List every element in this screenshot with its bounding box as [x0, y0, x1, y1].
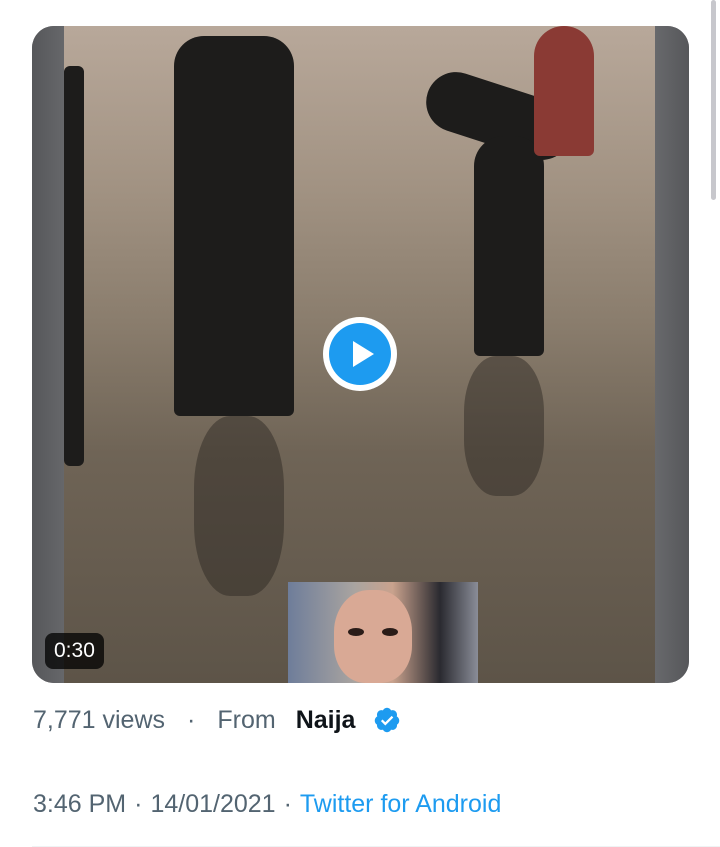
source-account-link[interactable]: Naija [296, 706, 356, 735]
play-icon [352, 341, 374, 367]
picture-in-picture-overlay [288, 582, 478, 683]
separator-dot: · [187, 705, 196, 734]
face-thumbnail [334, 590, 412, 683]
play-button[interactable] [323, 317, 397, 391]
person-reflection [464, 356, 544, 496]
verified-badge-icon [373, 706, 401, 734]
separator-dot: · [283, 789, 292, 818]
from-label: From [217, 705, 276, 734]
tweet-time: 3:46 PM [33, 789, 127, 818]
duration-badge: 0:30 [45, 633, 104, 669]
video-player[interactable]: 0:30 [32, 26, 689, 683]
person-reflection [194, 416, 284, 596]
person-silhouette [534, 26, 594, 156]
video-letterbox-left [32, 26, 64, 683]
video-letterbox-right [655, 26, 689, 683]
view-count: 7,771 views [33, 705, 166, 734]
scrollbar[interactable] [711, 0, 716, 200]
timestamp-row: 3:46 PM · 14/01/2021 · Twitter for Andro… [33, 784, 501, 824]
client-link[interactable]: Twitter for Android [300, 790, 501, 819]
person-silhouette [474, 136, 544, 356]
person-silhouette [174, 36, 294, 416]
view-source-row: 7,771 views · From Naija [33, 700, 401, 740]
separator-dot: · [134, 789, 143, 818]
tweet-date: 14/01/2021 [150, 789, 276, 818]
person-silhouette [64, 66, 84, 466]
